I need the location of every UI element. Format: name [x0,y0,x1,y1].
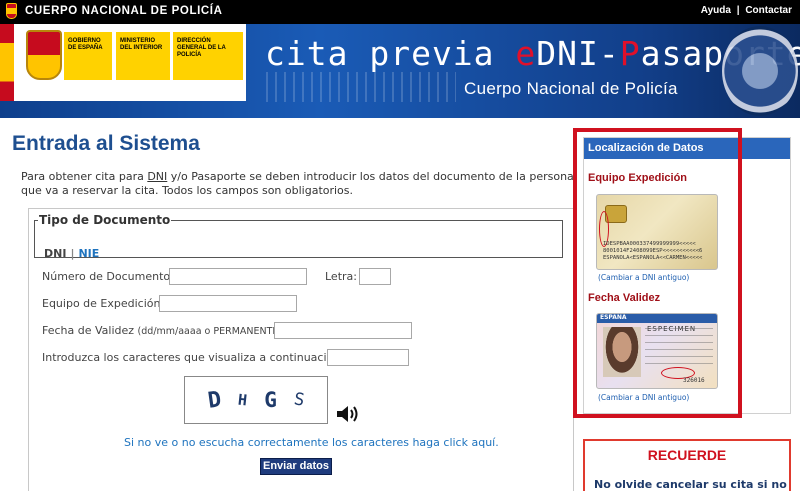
page-title: Entrada al Sistema [12,132,200,155]
banner-subtitle: Cuerpo Nacional de Policía [464,79,678,98]
captcha-char-1: D [205,386,223,414]
police-crest-icon [6,3,17,19]
intro-part1: Para obtener cita para [21,170,148,183]
contact-link[interactable]: Contactar [745,5,792,16]
reminder-box: RECUERDE No olvide cancelar su cita si n… [583,439,791,491]
captcha-char-4: S [292,389,307,411]
banner-title: cita previa eDNI-Pasaporte [265,34,800,73]
doc-type-nie[interactable]: NIE [78,247,99,260]
submit-button[interactable]: Enviar datos [260,458,332,475]
doc-number-label: Número de Documento: [42,270,174,283]
validity-hint: (dd/mm/aaaa o PERMANENTE): [137,326,286,337]
brand-name: CUERPO NACIONAL DE POLICÍA [25,5,223,17]
gov-block-ministerio: MINISTERIO DEL INTERIOR [116,32,170,80]
intro-dni-abbr: DNI [147,170,168,183]
top-links: Ayuda | Contactar [701,5,792,16]
intro-text: Para obtener cita para DNI y/o Pasaporte… [21,170,577,198]
banner-title-part1: cita previa [265,34,516,73]
team-input[interactable] [159,295,297,312]
document-type-options: DNI | NIE [44,247,99,260]
help-link[interactable]: Ayuda [701,5,731,16]
validity-input[interactable] [274,322,412,339]
banner-title-p: P [619,34,641,73]
letter-input[interactable] [359,268,391,285]
gov-block-direccion: DIRECCIÓN GENERAL DE LA POLICÍA [173,32,243,80]
highlight-frame [573,128,742,418]
spain-flag-strip [0,24,14,101]
doc-type-separator: | [70,247,75,260]
gov-block-gobierno: GOBIERNO DE ESPAÑA [64,32,112,80]
top-bar: CUERPO NACIONAL DE POLICÍA Ayuda | Conta… [0,0,800,24]
brand: CUERPO NACIONAL DE POLICÍA [6,3,222,19]
captcha-char-2: H [237,390,248,410]
police-seal-icon [722,26,798,116]
captcha-input[interactable] [327,349,409,366]
validity-label-text: Fecha de Validez [42,324,135,337]
letter-label: Letra: [325,270,357,283]
government-logo-block: GOBIERNO DE ESPAÑA MINISTERIO DEL INTERI… [0,24,246,101]
document-type-fieldset: Tipo de Documento DNI | NIE [34,213,563,260]
captcha-help-link[interactable]: Si no ve o no escucha correctamente los … [124,436,499,449]
doc-number-input[interactable] [169,268,307,285]
coat-of-arms-icon [26,30,62,80]
links-separator: | [736,5,740,16]
captcha-char-3: G [264,388,277,412]
banner-title-e: e [515,34,537,73]
doc-type-dni[interactable]: DNI [44,247,66,260]
validity-label: Fecha de Validez (dd/mm/aaaa o PERMANENT… [42,324,285,337]
captcha-image: D H G S [184,376,328,424]
header-banner: GOBIERNO DE ESPAÑA MINISTERIO DEL INTERI… [0,24,800,118]
reminder-text: No olvide cancelar su cita si no [594,478,787,491]
document-type-legend: Tipo de Documento [39,213,171,227]
team-label: Equipo de Expedición: [42,297,165,310]
banner-title-dni: DNI- [536,34,620,73]
captcha-label: Introduzca los caracteres que visualiza … [42,351,344,364]
reminder-title: RECUERDE [647,447,727,463]
banner-dot-pattern [266,72,456,102]
speaker-icon[interactable] [335,403,359,425]
